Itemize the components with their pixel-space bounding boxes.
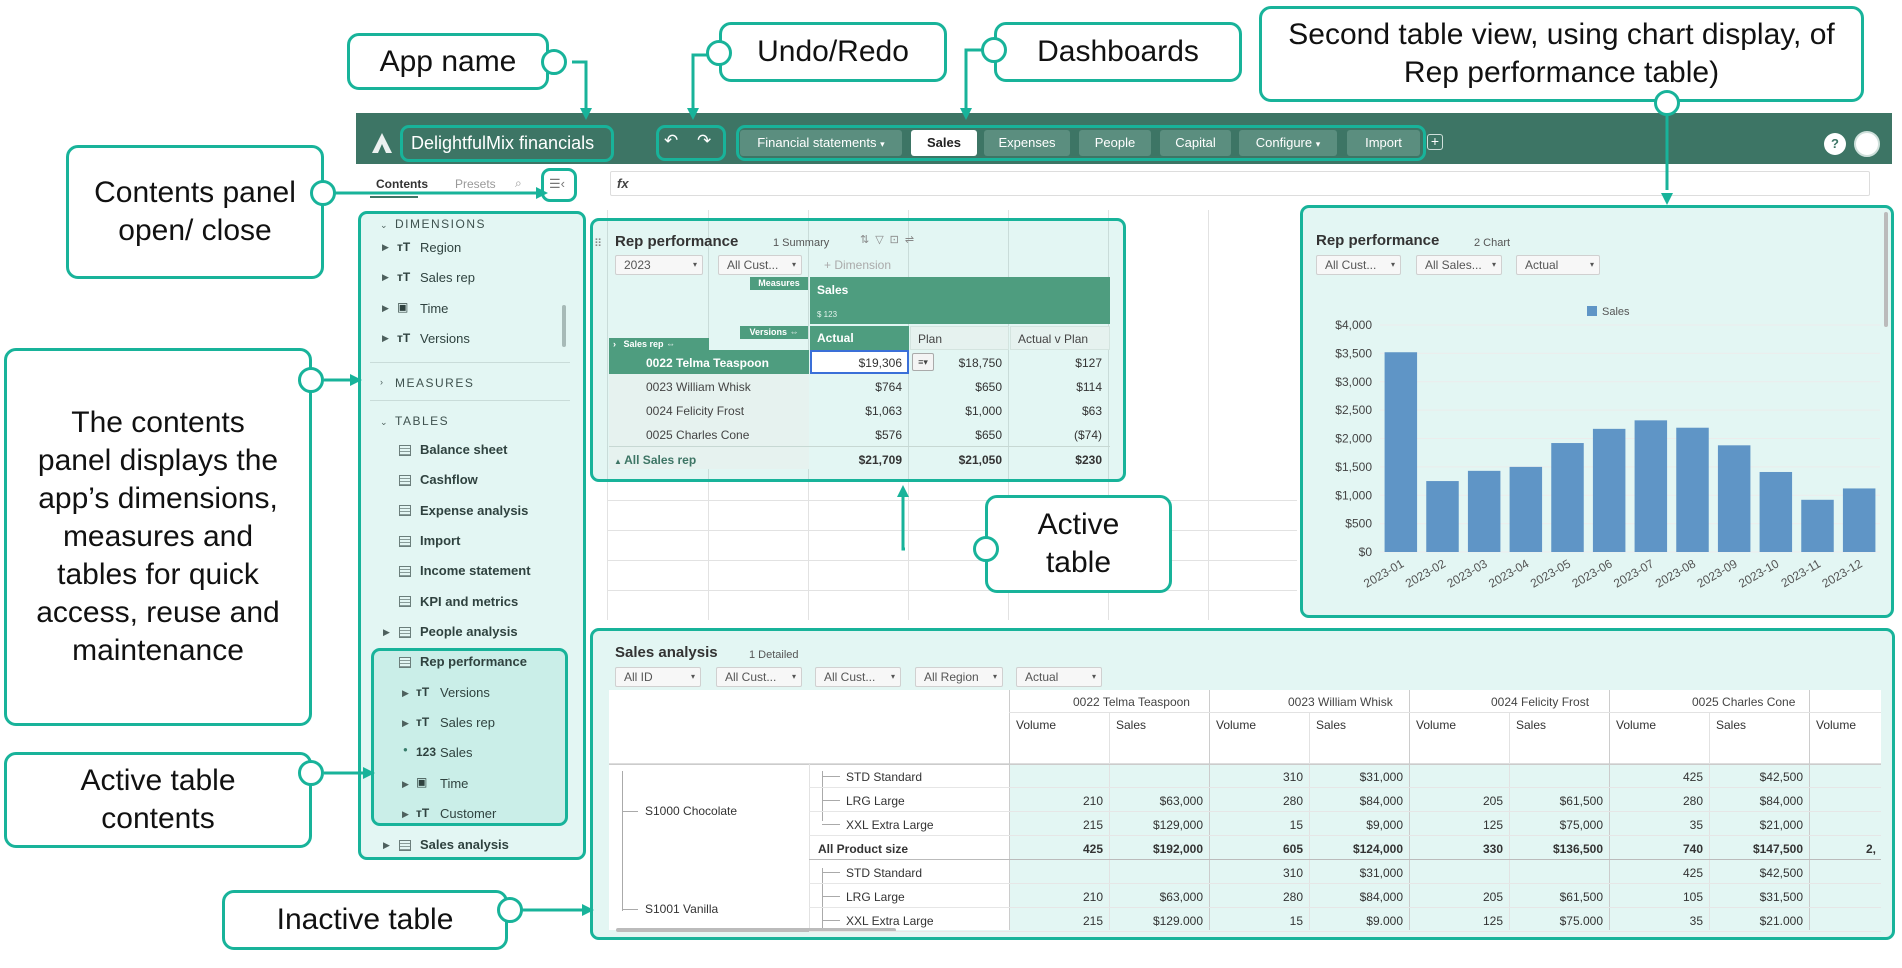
callout-text: App name xyxy=(379,44,517,78)
callout-text: Undo/Redo xyxy=(757,35,909,68)
callout-text: Inactive table xyxy=(276,903,454,936)
dashboards-highlight xyxy=(736,125,1426,161)
connector-undo xyxy=(691,53,707,113)
arrowhead xyxy=(582,904,594,916)
callout-second-view: Second table view, using chart display, … xyxy=(1259,6,1864,102)
callout-text: The contents panel displays the app’s di… xyxy=(36,406,280,667)
callout-dot xyxy=(298,367,324,393)
arrowhead xyxy=(960,108,972,120)
callout-dot xyxy=(973,536,999,562)
callout-active-table: Active table xyxy=(985,495,1172,593)
screenshot-stage: DelightfulMix financials ↶ ↷ Financial s… xyxy=(0,0,1902,968)
connector-active-table xyxy=(901,492,905,551)
callout-text: Active table contents xyxy=(80,764,236,835)
callout-text: Second table view, using chart display, … xyxy=(1288,18,1835,89)
callout-undo-redo: Undo/Redo xyxy=(719,22,947,82)
callout-dot xyxy=(981,37,1007,63)
callout-inactive-table: Inactive table xyxy=(222,890,508,950)
callout-dot xyxy=(298,760,324,786)
callout-text: Contents panel open/ close xyxy=(94,176,296,247)
connector-dashboards xyxy=(964,48,982,113)
callout-dot xyxy=(1654,90,1680,116)
callout-contents-toggle: Contents panel open/ close xyxy=(66,145,324,279)
callout-app-name: App name xyxy=(347,33,549,90)
arrowhead xyxy=(580,108,592,120)
arrowhead xyxy=(897,485,909,497)
arrowhead xyxy=(687,108,699,120)
callout-text: Active table xyxy=(1037,508,1120,579)
arrowhead xyxy=(536,187,548,199)
callout-active-contents: Active table contents xyxy=(4,752,312,848)
arrowhead xyxy=(363,767,375,779)
undo-redo-highlight xyxy=(656,125,726,161)
callout-dot xyxy=(310,180,336,206)
connector-app-name xyxy=(572,60,588,113)
callout-text: Dashboards xyxy=(1037,35,1199,68)
arrowhead xyxy=(350,374,362,386)
callout-dot xyxy=(541,49,567,75)
callout-dot xyxy=(497,897,523,923)
callout-contents-description: The contents panel displays the app’s di… xyxy=(4,348,312,726)
callout-dot xyxy=(706,40,732,66)
arrowhead xyxy=(1661,193,1673,205)
callout-dashboards: Dashboards xyxy=(994,22,1242,82)
app-name-highlight xyxy=(400,125,614,162)
